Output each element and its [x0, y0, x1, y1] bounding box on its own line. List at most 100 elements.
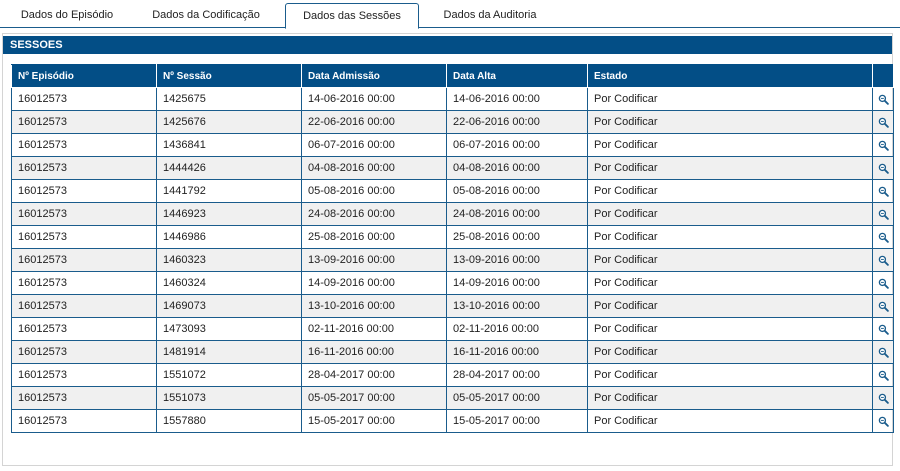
admission-date-cell: 14-06-2016 00:00 — [301, 87, 447, 111]
admission-date-cell: 05-08-2016 00:00 — [301, 179, 447, 203]
episode-number-cell: 16012573 — [11, 363, 157, 387]
column-header[interactable]: Nº Sessão — [156, 64, 302, 88]
zoom-icon[interactable] — [878, 255, 889, 266]
tab-dados-sessoes[interactable]: Dados das Sessões — [285, 3, 419, 29]
episode-number-cell: 16012573 — [11, 317, 157, 341]
table-row[interactable]: 16012573 1441792 05-08-2016 00:00 05-08-201… — [11, 179, 894, 203]
view-details-cell — [872, 156, 894, 180]
discharge-date-cell: 24-08-2016 00:00 — [446, 202, 588, 226]
session-number-cell: 1551073 — [156, 386, 302, 410]
episode-number-cell: 16012573 — [11, 110, 157, 134]
episode-number-cell: 16012573 — [11, 202, 157, 226]
zoom-icon[interactable] — [878, 347, 889, 358]
zoom-icon[interactable] — [878, 324, 889, 335]
table-row[interactable]: 16012573 1551073 05-05-2017 00:00 05-05-201… — [11, 386, 894, 410]
table-row[interactable]: 16012573 1469073 13-10-2016 00:00 13-10-201… — [11, 294, 894, 318]
column-header[interactable]: Data Alta — [446, 64, 588, 88]
session-number-cell: 1551072 — [156, 363, 302, 387]
admission-date-cell: 28-04-2017 00:00 — [301, 363, 447, 387]
episode-number-cell: 16012573 — [11, 87, 157, 111]
admission-date-cell: 13-09-2016 00:00 — [301, 248, 447, 272]
column-header[interactable]: Nº Episódio — [11, 64, 157, 88]
episode-number-cell: 16012573 — [11, 179, 157, 203]
status-cell: Por Codificar — [587, 363, 873, 387]
status-cell: Por Codificar — [587, 317, 873, 341]
status-cell: Por Codificar — [587, 271, 873, 295]
episode-number-cell: 16012573 — [11, 248, 157, 272]
table-row[interactable]: 16012573 1425676 22-06-2016 00:00 22-06-201… — [11, 110, 894, 134]
discharge-date-cell: 16-11-2016 00:00 — [446, 340, 588, 364]
zoom-icon[interactable] — [878, 278, 889, 289]
session-number-cell: 1469073 — [156, 294, 302, 318]
table-row[interactable]: 16012573 1425675 14-06-2016 00:00 14-06-201… — [11, 87, 894, 111]
sessions-panel: SESSOES Nº Episódio Nº Sessão Data Admis… — [2, 33, 894, 466]
tab-bar: Dados do Episódio Dados da Codificação D… — [0, 0, 900, 29]
table-row[interactable]: 16012573 1444426 04-08-2016 00:00 04-08-201… — [11, 156, 894, 180]
admission-date-cell: 16-11-2016 00:00 — [301, 340, 447, 364]
zoom-icon[interactable] — [878, 209, 889, 220]
view-details-cell — [872, 294, 894, 318]
table-row[interactable]: 16012573 1460324 14-09-2016 00:00 14-09-201… — [11, 271, 894, 295]
zoom-icon[interactable] — [878, 301, 889, 312]
episode-number-cell: 16012573 — [11, 156, 157, 180]
sessions-table: Nº Episódio Nº Sessão Data Admissão Data… — [11, 64, 894, 433]
zoom-icon[interactable] — [878, 94, 889, 105]
tab-dados-episodio[interactable]: Dados do Episódio — [12, 3, 122, 28]
panel-title: SESSOES — [3, 36, 892, 54]
table-row[interactable]: 16012573 1481914 16-11-2016 00:00 16-11-201… — [11, 340, 894, 364]
admission-date-cell: 04-08-2016 00:00 — [301, 156, 447, 180]
discharge-date-cell: 15-05-2017 00:00 — [446, 409, 588, 433]
view-details-cell — [872, 271, 894, 295]
status-cell: Por Codificar — [587, 133, 873, 157]
zoom-icon[interactable] — [878, 232, 889, 243]
zoom-icon[interactable] — [878, 163, 889, 174]
zoom-icon[interactable] — [878, 186, 889, 197]
session-number-cell: 1460323 — [156, 248, 302, 272]
zoom-icon[interactable] — [878, 370, 889, 381]
episode-number-cell: 16012573 — [11, 271, 157, 295]
zoom-icon[interactable] — [878, 140, 889, 151]
status-cell: Por Codificar — [587, 156, 873, 180]
view-details-cell — [872, 110, 894, 134]
status-cell: Por Codificar — [587, 340, 873, 364]
episode-number-cell: 16012573 — [11, 225, 157, 249]
status-cell: Por Codificar — [587, 110, 873, 134]
table-row[interactable]: 16012573 1446923 24-08-2016 00:00 24-08-201… — [11, 202, 894, 226]
table-row[interactable]: 16012573 1551072 28-04-2017 00:00 28-04-201… — [11, 363, 894, 387]
session-number-cell: 1446923 — [156, 202, 302, 226]
tab-dados-codificacao[interactable]: Dados da Codificação — [142, 3, 270, 28]
zoom-icon[interactable] — [878, 416, 889, 427]
discharge-date-cell: 22-06-2016 00:00 — [446, 110, 588, 134]
session-number-cell: 1446986 — [156, 225, 302, 249]
session-number-cell: 1436841 — [156, 133, 302, 157]
status-cell: Por Codificar — [587, 294, 873, 318]
status-cell: Por Codificar — [587, 179, 873, 203]
table-row[interactable]: 16012573 1557880 15-05-2017 00:00 15-05-201… — [11, 409, 894, 433]
discharge-date-cell: 05-05-2017 00:00 — [446, 386, 588, 410]
column-header — [872, 64, 894, 88]
discharge-date-cell: 13-10-2016 00:00 — [446, 294, 588, 318]
table-row[interactable]: 16012573 1460323 13-09-2016 00:00 13-09-201… — [11, 248, 894, 272]
admission-date-cell: 15-05-2017 00:00 — [301, 409, 447, 433]
admission-date-cell: 13-10-2016 00:00 — [301, 294, 447, 318]
session-number-cell: 1444426 — [156, 156, 302, 180]
zoom-icon[interactable] — [878, 117, 889, 128]
session-number-cell: 1425676 — [156, 110, 302, 134]
discharge-date-cell: 13-09-2016 00:00 — [446, 248, 588, 272]
zoom-icon[interactable] — [878, 393, 889, 404]
discharge-date-cell: 14-09-2016 00:00 — [446, 271, 588, 295]
table-row[interactable]: 16012573 1446986 25-08-2016 00:00 25-08-201… — [11, 225, 894, 249]
session-number-cell: 1473093 — [156, 317, 302, 341]
view-details-cell — [872, 363, 894, 387]
column-header[interactable]: Estado — [587, 64, 873, 88]
admission-date-cell: 06-07-2016 00:00 — [301, 133, 447, 157]
admission-date-cell: 05-05-2017 00:00 — [301, 386, 447, 410]
table-row[interactable]: 16012573 1473093 02-11-2016 00:00 02-11-201… — [11, 317, 894, 341]
view-details-cell — [872, 340, 894, 364]
status-cell: Por Codificar — [587, 202, 873, 226]
session-number-cell: 1441792 — [156, 179, 302, 203]
tab-dados-auditoria[interactable]: Dados da Auditoria — [430, 3, 550, 28]
column-header[interactable]: Data Admissão — [301, 64, 447, 88]
table-row[interactable]: 16012573 1436841 06-07-2016 00:00 06-07-201… — [11, 133, 894, 157]
status-cell: Por Codificar — [587, 87, 873, 111]
